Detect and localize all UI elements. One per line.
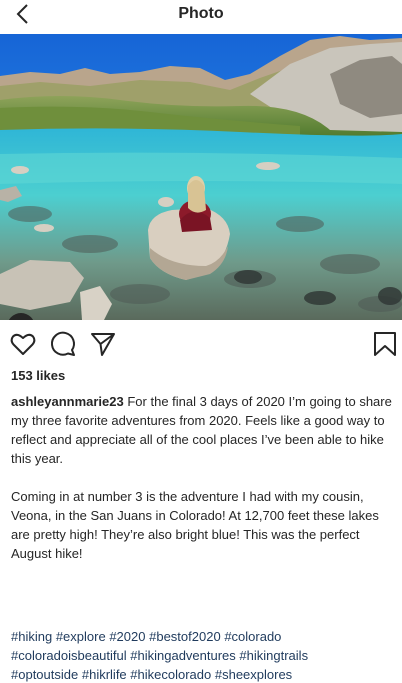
- heart-icon[interactable]: [9, 330, 37, 358]
- caption-text-2: Coming in at number 3 is the adventure I…: [11, 489, 379, 561]
- action-bar: [0, 330, 402, 360]
- hashtag[interactable]: #sheexplores: [215, 667, 292, 682]
- hashtag[interactable]: #hikingtrails: [239, 648, 308, 663]
- hashtag[interactable]: #hikingadventures: [130, 648, 236, 663]
- user-tag-icon[interactable]: [7, 313, 35, 320]
- hashtag[interactable]: #hiking: [11, 629, 52, 644]
- hashtag[interactable]: #bestof2020: [149, 629, 221, 644]
- bookmark-icon[interactable]: [371, 330, 399, 358]
- hashtag[interactable]: #optoutside: [11, 667, 78, 682]
- person-icon: [7, 313, 35, 320]
- top-bar: Photo: [0, 0, 402, 34]
- hashtag[interactable]: #colorado: [224, 629, 281, 644]
- comment-icon[interactable]: [49, 330, 77, 358]
- hashtag[interactable]: #coloradoisbeautiful: [11, 648, 127, 663]
- caption-username[interactable]: ashleyannmarie23: [11, 394, 124, 409]
- hashtag-list: #hiking #explore #2020 #bestof2020 #colo…: [11, 627, 397, 683]
- page-title: Photo: [178, 5, 224, 22]
- likes-count[interactable]: 153 likes: [11, 368, 65, 383]
- hashtag[interactable]: #hikecolorado: [130, 667, 211, 682]
- hashtag[interactable]: #hikrlife: [82, 667, 127, 682]
- post-photo[interactable]: [0, 34, 402, 320]
- hashtag[interactable]: #2020: [109, 629, 145, 644]
- hashtag[interactable]: #explore: [56, 629, 106, 644]
- share-icon[interactable]: [89, 330, 117, 358]
- lake-photo-image: [0, 34, 402, 320]
- post-caption: ashleyannmarie23 For the final 3 days of…: [11, 392, 397, 582]
